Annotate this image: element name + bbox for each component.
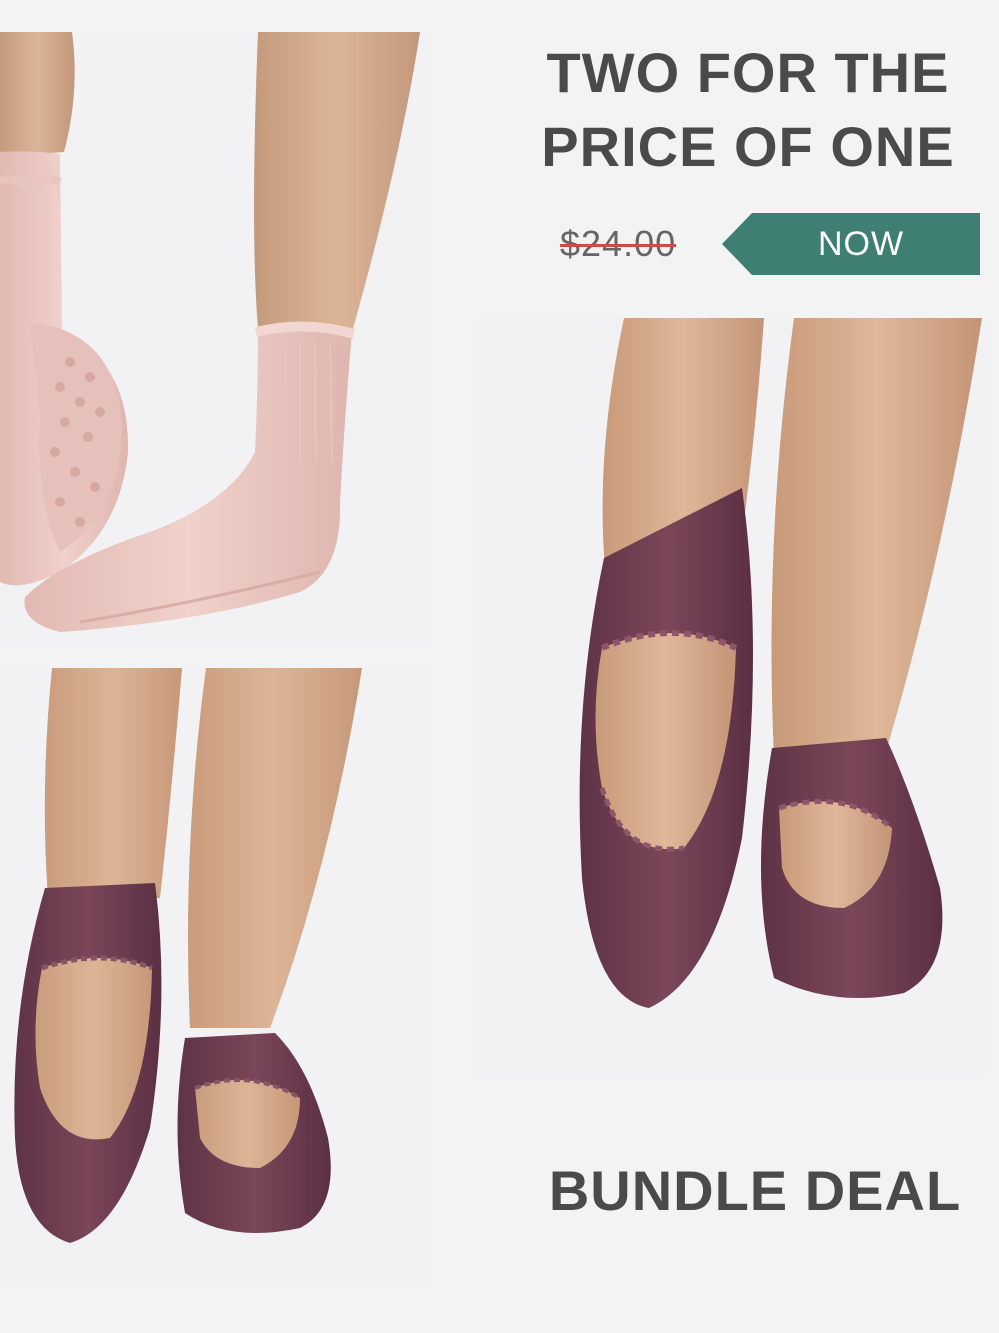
now-label: NOW	[817, 224, 905, 263]
bundle-deal-label: BUNDLE DEAL	[548, 1159, 962, 1222]
plum-ballet-grip-socks-photo	[0, 668, 431, 1288]
headline-line-1: TWO FOR THE	[546, 41, 950, 104]
pink-ruffle-crew-grip-socks-photo	[0, 32, 431, 644]
promo-headline: TWO FOR THE PRICE OF ONE	[508, 36, 988, 184]
headline-line-2: PRICE OF ONE	[541, 115, 955, 178]
old-price: $24.00	[560, 223, 677, 264]
plum-ballet-grip-socks-closeup-photo	[474, 318, 988, 1076]
now-price-badge[interactable]: NOW	[722, 213, 980, 275]
